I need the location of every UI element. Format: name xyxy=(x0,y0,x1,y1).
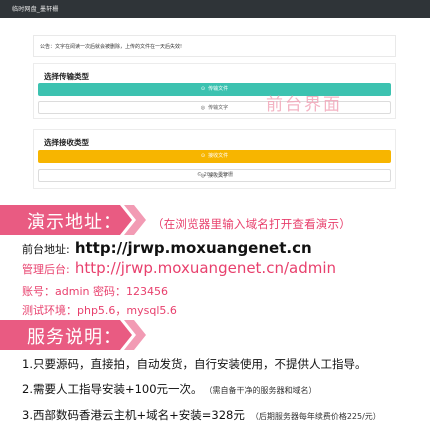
account-row: 账号：admin 密码：123456 xyxy=(22,280,168,299)
account-text: 账号：admin 密码：123456 xyxy=(22,285,168,298)
text-icon: ◎ xyxy=(200,105,206,111)
admin-address-row: 管理后台: http://jrwp.moxuangenet.cn/admin xyxy=(22,258,336,277)
service-item-3: 3.西部数码香港云主机+域名+安装=328元 （后期服务器每年续费价格225/元） xyxy=(22,407,381,423)
app-topbar: 临时网盘_墨轩栅 xyxy=(0,0,430,18)
app-title[interactable]: 临时网盘_墨轩栅 xyxy=(12,4,59,13)
notice-text: 公告：文字在阅读一次后就会被删除，上传的文件在一天后失效! xyxy=(40,44,183,50)
service-item-1: 1.只要源码，直接拍，自动发货，自行安装使用，不提供人工指导。 xyxy=(22,357,367,371)
admin-address-link[interactable]: http://jrwp.moxuangenet.cn/admin xyxy=(75,259,336,277)
service-banner: 服务说明： xyxy=(0,320,148,350)
env-text: 测试环境：php5.6，mysql5.6 xyxy=(22,304,177,317)
env-row: 测试环境：php5.6，mysql5.6 xyxy=(22,299,177,318)
receive-file-label: 接收文件 xyxy=(208,153,229,159)
front-address-link[interactable]: http://jrwp.moxuangenet.cn xyxy=(75,239,312,257)
receive-panel-heading: 选择接收类型 xyxy=(44,138,89,147)
service-item-3-note: （后期服务器每年续费价格225/元） xyxy=(250,412,381,421)
upload-icon: ⊙ xyxy=(200,86,206,92)
receive-file-button[interactable]: ⊙ 接收文件 xyxy=(38,150,391,163)
notice-bar: 公告：文字在阅读一次后就会被删除，上传的文件在一天后失效! xyxy=(33,35,396,57)
service-item-2: 2.需要人工指导安装+100元一次。 （需自备干净的服务器和域名） xyxy=(22,381,317,397)
service-item-2-text: 2.需要人工指导安装+100元一次。 xyxy=(22,382,203,396)
front-address-label: 前台地址: xyxy=(22,243,70,256)
copyright: © 2023 墨轩栅 xyxy=(197,172,233,178)
demo-note: （在浏览器里输入域名打开查看演示） xyxy=(152,217,351,231)
admin-address-label: 管理后台: xyxy=(22,263,70,276)
receive-panel: 选择接收类型 ⊙ 接收文件 ◎ 接收文字 xyxy=(33,129,396,189)
demo-banner-label: 演示地址： xyxy=(27,212,122,233)
service-item-3-text: 3.西部数码香港云主机+域名+安装=328元 xyxy=(22,408,245,422)
front-address-row: 前台地址: http://jrwp.moxuangenet.cn xyxy=(22,238,312,257)
service-item-2-note: （需自备干净的服务器和域名） xyxy=(208,386,317,395)
send-file-label: 传输文件 xyxy=(208,86,229,92)
watermark-text: 前台界面 xyxy=(266,95,342,115)
download-icon: ⊙ xyxy=(200,153,206,159)
demo-banner: 演示地址： xyxy=(0,205,148,235)
service-banner-label: 服务说明： xyxy=(27,327,122,348)
send-text-label: 传输文字 xyxy=(208,105,229,111)
send-panel-heading: 选择传输类型 xyxy=(44,72,89,81)
